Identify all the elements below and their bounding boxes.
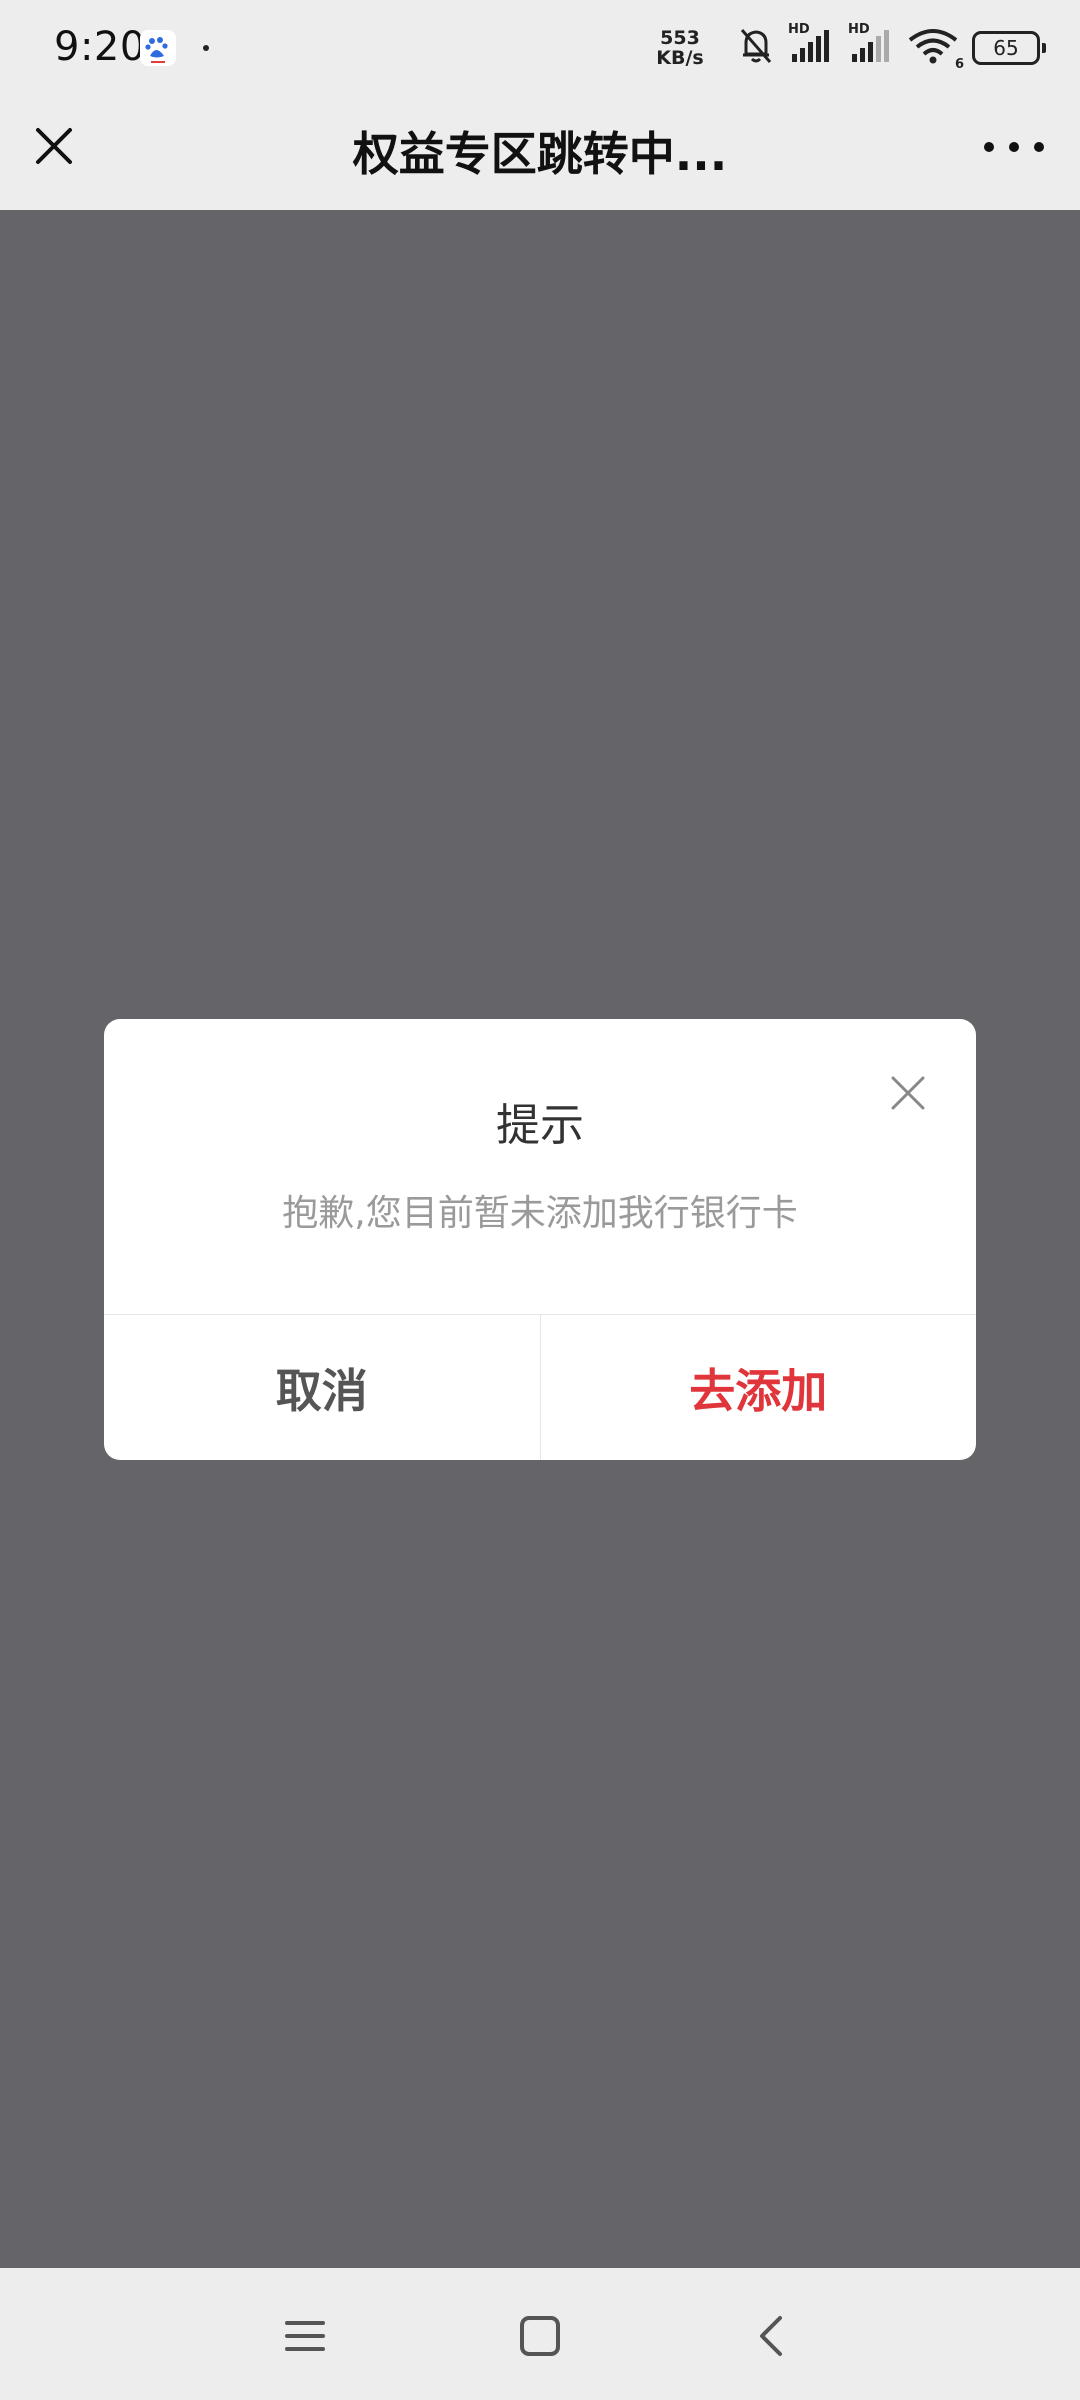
status-icons: HD HD 6 65 <box>738 22 1046 72</box>
title-bar: 权益专区跳转中... <box>0 96 1080 210</box>
page-title: 权益专区跳转中... <box>352 127 728 181</box>
signal-hd-label-2: HD <box>848 22 870 37</box>
dialog-actions: 取消 去添加 <box>104 1314 976 1460</box>
more-dot <box>984 142 994 152</box>
signal-icon: HD <box>788 22 834 68</box>
network-speed-unit: KB/s <box>656 47 704 69</box>
baidu-app-icon <box>140 30 176 66</box>
back-chevron-icon[interactable] <box>742 2306 802 2366</box>
dialog-title: 提示 <box>496 1100 584 1151</box>
status-bar: 9:20 553 KB/s HD HD 6 65 <box>0 0 1080 96</box>
battery-indicator: 65 <box>972 31 1046 65</box>
status-time: 9:20 <box>54 24 146 70</box>
signal-hd-label: HD <box>788 22 810 37</box>
mute-bell-icon <box>738 26 774 70</box>
more-dots-icon[interactable] <box>984 132 1044 162</box>
wifi-icon: 6 <box>908 28 964 72</box>
cancel-button[interactable]: 取消 <box>104 1315 541 1460</box>
system-nav-bar <box>0 2268 1080 2400</box>
alert-dialog: 提示 抱歉,您目前暂未添加我行银行卡 取消 去添加 <box>104 1019 976 1460</box>
notification-dot <box>203 45 209 51</box>
more-dot <box>1009 142 1019 152</box>
dialog-message: 抱歉,您目前暂未添加我行银行卡 <box>282 1193 798 1234</box>
network-speed: 553 KB/s <box>652 28 708 68</box>
network-speed-value: 553 <box>660 27 700 49</box>
menu-icon[interactable] <box>275 2306 335 2366</box>
home-square-icon[interactable] <box>510 2306 570 2366</box>
signal-icon-2: HD <box>848 22 894 68</box>
add-card-button[interactable]: 去添加 <box>541 1315 977 1460</box>
more-dot <box>1034 142 1044 152</box>
wifi-version-label: 6 <box>954 57 964 72</box>
